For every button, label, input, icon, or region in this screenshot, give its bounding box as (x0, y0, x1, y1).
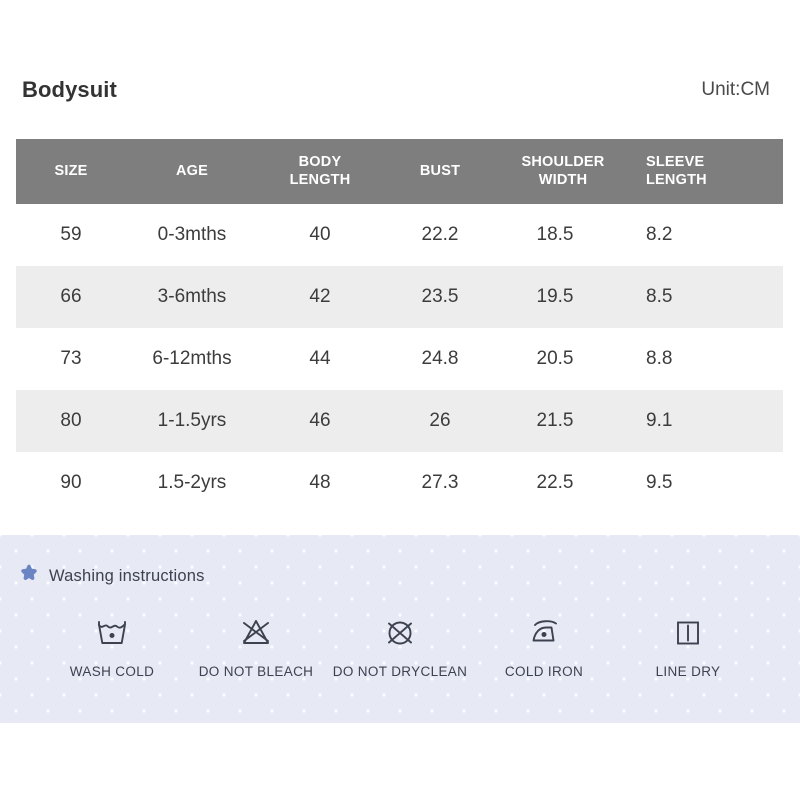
cell-bust: 26 (382, 390, 498, 452)
cell-age: 0-3mths (126, 204, 258, 266)
no-dryclean-circle-icon (382, 613, 418, 653)
cell-sleeve-length: 9.1 (628, 390, 783, 452)
no-bleach-triangle-icon (238, 613, 274, 653)
size-chart-page: Bodysuit Unit:CM SIZE AGE BODY LENGTH BU… (0, 0, 800, 800)
column-header-line2: LENGTH (646, 171, 707, 188)
column-header-line2: WIDTH (538, 171, 588, 188)
cell-shoulder-width: 20.5 (498, 328, 628, 390)
cell-sleeve-length: 8.2 (628, 204, 783, 266)
table-row: 59 0-3mths 40 22.2 18.5 8.2 (16, 204, 783, 266)
column-header-age: AGE (126, 139, 258, 204)
wash-tub-cold-icon (94, 613, 130, 653)
wash-symbol-caption: WASH COLD (69, 664, 155, 679)
column-header-sleeve-length: SLEEVE LENGTH (628, 139, 783, 204)
size-chart-table: SIZE AGE BODY LENGTH BUST SHOULDER WIDTH (16, 139, 783, 514)
cell-sleeve-length: 9.5 (628, 452, 783, 514)
table-row: 73 6-12mths 44 24.8 20.5 8.8 (16, 328, 783, 390)
wash-symbol-item: DO NOT DRYCLEAN (328, 613, 472, 679)
cell-sleeve-length: 8.5 (628, 266, 783, 328)
column-header-line1: BUST (419, 162, 461, 179)
cell-bust: 23.5 (382, 266, 498, 328)
washing-instructions-header: Washing instructions (18, 563, 205, 590)
cell-body-length: 44 (258, 328, 382, 390)
wash-symbol-item: COLD IRON (472, 613, 616, 679)
column-header-line1: SIZE (54, 162, 88, 179)
cell-body-length: 48 (258, 452, 382, 514)
wash-symbol-item: LINE DRY (616, 613, 760, 679)
cell-age: 1.5-2yrs (126, 452, 258, 514)
column-header-shoulder-width: SHOULDER WIDTH (498, 139, 628, 204)
cell-age: 3-6mths (126, 266, 258, 328)
unit-label: Unit:CM (701, 79, 770, 100)
cell-size: 80 (16, 390, 126, 452)
table-header: SIZE AGE BODY LENGTH BUST SHOULDER WIDTH (16, 139, 783, 204)
star-icon (18, 563, 40, 590)
cell-body-length: 42 (258, 266, 382, 328)
washing-instructions-title: Washing instructions (49, 567, 205, 585)
cell-size: 73 (16, 328, 126, 390)
cell-age: 6-12mths (126, 328, 258, 390)
wash-symbol-caption: COLD IRON (504, 664, 584, 679)
column-header-line2: LENGTH (289, 171, 351, 188)
table-row: 66 3-6mths 42 23.5 19.5 8.5 (16, 266, 783, 328)
chart-title-row: Bodysuit Unit:CM (0, 70, 800, 110)
cell-size: 66 (16, 266, 126, 328)
cell-bust: 22.2 (382, 204, 498, 266)
column-header-body-length: BODY LENGTH (258, 139, 382, 204)
column-header-line1: SLEEVE (646, 154, 705, 171)
cell-bust: 24.8 (382, 328, 498, 390)
table-body: 59 0-3mths 40 22.2 18.5 8.2 66 3-6mths 4… (16, 204, 783, 514)
wash-symbol-caption: DO NOT BLEACH (198, 664, 314, 679)
column-header-bust: BUST (382, 139, 498, 204)
table-row: 80 1-1.5yrs 46 26 21.5 9.1 (16, 390, 783, 452)
cell-shoulder-width: 19.5 (498, 266, 628, 328)
cell-size: 90 (16, 452, 126, 514)
wash-symbol-item: DO NOT BLEACH (184, 613, 328, 679)
column-header-size: SIZE (16, 139, 126, 204)
cell-body-length: 46 (258, 390, 382, 452)
table-row: 90 1.5-2yrs 48 27.3 22.5 9.5 (16, 452, 783, 514)
wash-symbol-caption: LINE DRY (655, 664, 721, 679)
iron-cold-icon (525, 613, 563, 653)
cell-sleeve-length: 8.8 (628, 328, 783, 390)
column-header-line1: BODY (298, 154, 342, 171)
table-header-row: SIZE AGE BODY LENGTH BUST SHOULDER WIDTH (16, 139, 783, 204)
wash-symbol-item: WASH COLD (40, 613, 184, 679)
wash-symbol-caption: DO NOT DRYCLEAN (332, 664, 468, 679)
cell-shoulder-width: 22.5 (498, 452, 628, 514)
washing-symbol-list: WASH COLD DO NOT BLEACH DO NOT DRYCLEAN … (40, 613, 760, 679)
page-title: Bodysuit (22, 77, 117, 102)
cell-age: 1-1.5yrs (126, 390, 258, 452)
line-dry-square-icon (671, 613, 705, 653)
cell-body-length: 40 (258, 204, 382, 266)
cell-size: 59 (16, 204, 126, 266)
washing-instructions-panel: Washing instructions WASH COLD DO NOT BL… (0, 535, 800, 723)
cell-bust: 27.3 (382, 452, 498, 514)
cell-shoulder-width: 18.5 (498, 204, 628, 266)
cell-shoulder-width: 21.5 (498, 390, 628, 452)
column-header-line1: AGE (175, 162, 209, 179)
column-header-line1: SHOULDER (521, 154, 605, 171)
